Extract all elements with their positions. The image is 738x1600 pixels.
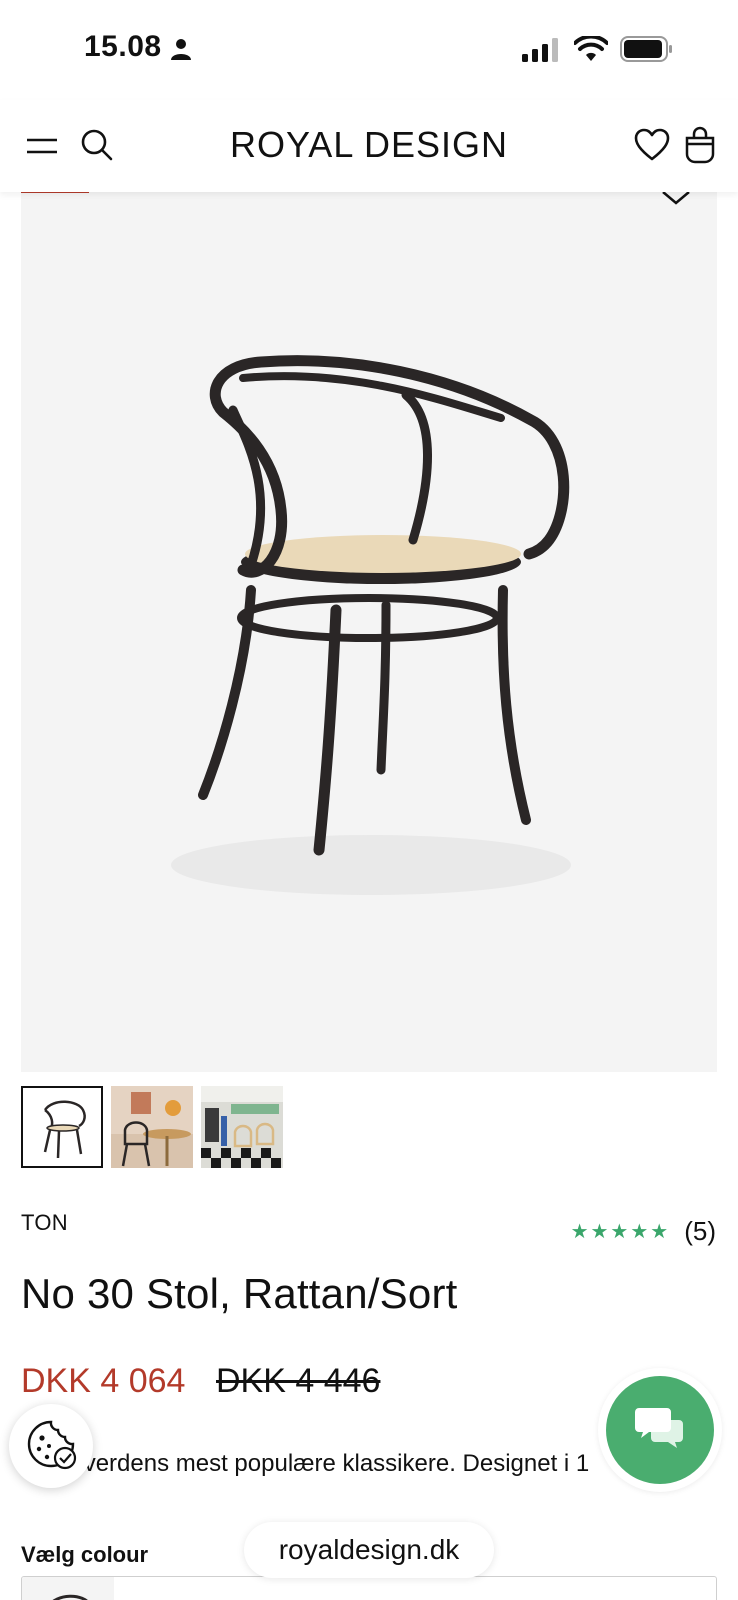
chair-image	[151, 340, 591, 925]
thumbnail-interior[interactable]	[111, 1086, 193, 1168]
product-rating[interactable]: ★★★★★ (5)	[571, 1216, 716, 1247]
status-bar: 15.08	[0, 0, 738, 100]
person-icon	[170, 38, 192, 65]
chat-button[interactable]	[598, 1368, 722, 1492]
product-main-image[interactable]	[21, 190, 717, 1072]
review-count: (5)	[684, 1216, 716, 1246]
product-brand[interactable]: TON	[21, 1210, 68, 1236]
thumbnail-chair[interactable]	[21, 1086, 103, 1168]
cookie-icon	[25, 1418, 77, 1475]
thumbnail-restaurant[interactable]	[201, 1086, 283, 1168]
site-header: ROYAL DESIGN	[0, 100, 738, 192]
status-time: 15.08	[84, 30, 162, 63]
original-price: DKK 4 446	[216, 1362, 381, 1400]
variant-thumbnail	[22, 1577, 114, 1600]
heart-icon[interactable]	[634, 128, 670, 167]
chat-bubbles-icon	[635, 1406, 685, 1455]
sale-price: DKK 4 064	[21, 1362, 186, 1400]
variant-label: Vælg colour	[21, 1542, 149, 1567]
shopping-bag-icon[interactable]	[684, 126, 716, 169]
variant-select[interactable]	[21, 1576, 717, 1600]
product-title: No 30 Stol, Rattan/Sort	[21, 1270, 458, 1317]
browser-url-bar[interactable]: royaldesign.dk	[244, 1522, 494, 1578]
image-thumbnails	[21, 1086, 283, 1168]
cellular-signal-icon	[522, 38, 562, 67]
battery-icon	[620, 36, 674, 67]
rating-stars: ★★★★★	[570, 1221, 671, 1243]
product-description: En af verdens mest populære klassikere. …	[21, 1450, 590, 1477]
cookie-settings-button[interactable]	[9, 1404, 93, 1488]
wifi-icon	[573, 34, 609, 67]
chat-button-inner[interactable]	[606, 1376, 714, 1484]
site-logo[interactable]: ROYAL DESIGN	[0, 124, 738, 166]
chevron-down-icon[interactable]	[661, 190, 691, 211]
